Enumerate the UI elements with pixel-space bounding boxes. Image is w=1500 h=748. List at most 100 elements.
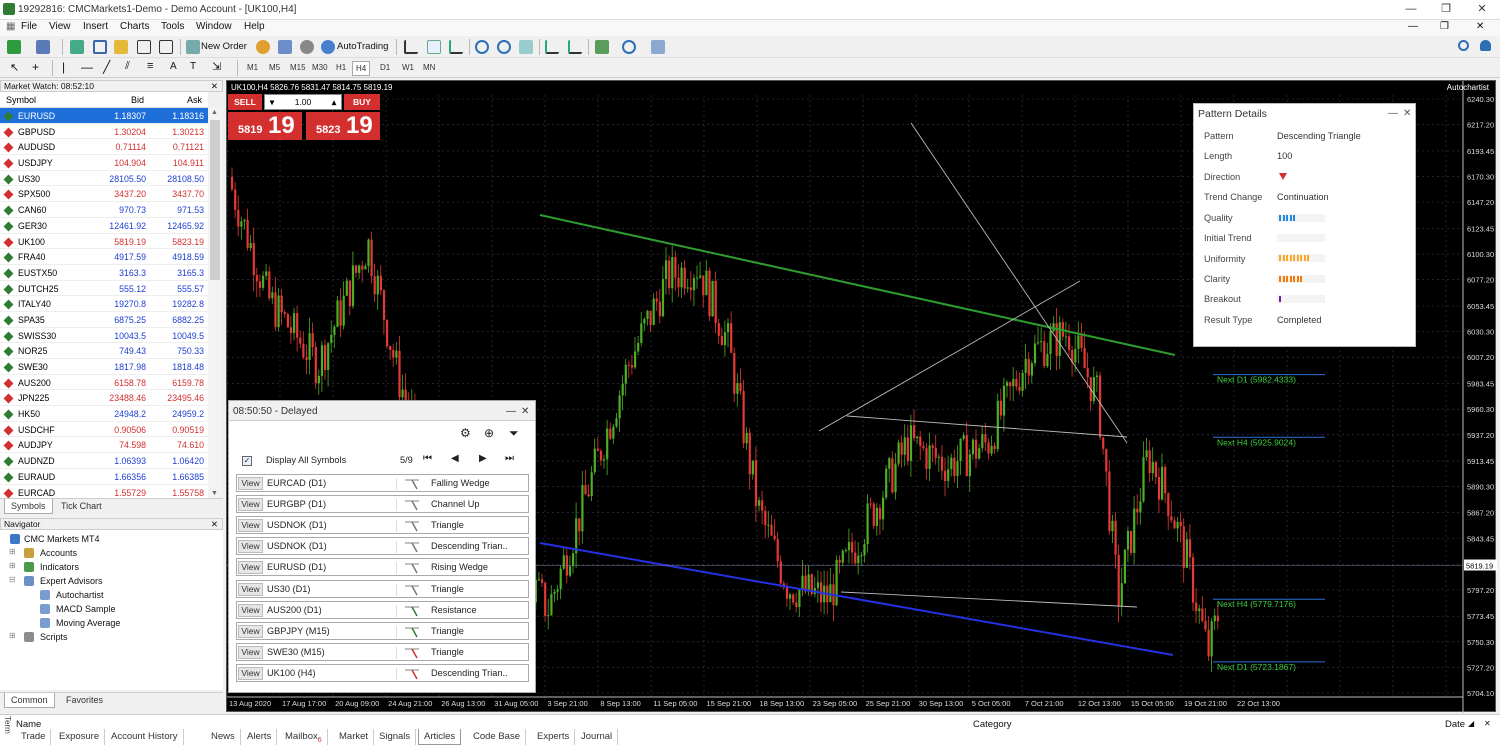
market-watch-row[interactable]: SPA35 6875.25 6882.25 [0, 312, 208, 328]
navigator-close-icon[interactable]: ✕ [211, 519, 218, 529]
filter-icon[interactable]: ⏷ [509, 426, 519, 441]
pattern-result-row[interactable]: View USDNOK (D1) Triangle [236, 516, 529, 535]
tab-common[interactable]: Common [4, 693, 55, 708]
pattern-result-row[interactable]: View EURUSD (D1) Rising Wedge [236, 558, 529, 577]
new-order-icon[interactable] [186, 40, 200, 54]
terminal-tab-code-base[interactable]: Code Base [468, 729, 527, 745]
pattern-minimize-icon[interactable]: — [1388, 108, 1398, 119]
templates-icon[interactable] [651, 40, 665, 54]
line-chart-icon[interactable] [449, 40, 463, 54]
market-watch-row[interactable]: SWE30 1817.98 1818.48 [0, 359, 208, 375]
channel-icon[interactable]: ⫽ [125, 60, 130, 73]
menu-insert[interactable]: Insert [83, 21, 108, 32]
data-window-icon[interactable] [93, 40, 107, 54]
mdi-minimize-button[interactable]: — [1408, 21, 1418, 32]
pattern-result-row[interactable]: View SWE30 (M15) Triangle [236, 642, 529, 661]
terminal-tab-news[interactable]: News [206, 729, 241, 745]
crosshair-icon[interactable]: + [32, 60, 39, 74]
zoom-out-icon[interactable] [497, 40, 511, 54]
periods-icon[interactable] [622, 40, 636, 54]
market-watch-row[interactable]: UK100 5819.19 5823.19 [0, 234, 208, 250]
timeframe-m5[interactable]: M5 [266, 61, 283, 76]
new-order-button[interactable]: New Order [201, 41, 247, 52]
terminal-tab-experts[interactable]: Experts [532, 729, 576, 745]
chart-shift-icon[interactable] [545, 40, 559, 54]
market-watch-row[interactable]: HK50 24948.2 24959.2 [0, 406, 208, 422]
terminal-tab-journal[interactable]: Journal [576, 729, 619, 745]
market-watch-row[interactable]: EURCAD 1.55729 1.55758 [0, 485, 208, 499]
timeframe-m1[interactable]: M1 [244, 61, 261, 76]
pattern-result-row[interactable]: View EURCAD (D1) Falling Wedge [236, 474, 529, 492]
nav-item-indicators[interactable]: Indicators [40, 562, 79, 572]
market-watch-row[interactable]: EURAUD 1.66356 1.66385 [0, 469, 208, 485]
pattern-result-row[interactable]: View UK100 (H4) Descending Trian.. [236, 663, 529, 682]
nav-item-autochartist[interactable]: Autochartist [56, 590, 104, 600]
mdi-close-button[interactable]: ✕ [1476, 21, 1484, 32]
bar-chart-icon[interactable] [404, 40, 418, 54]
col-category[interactable]: Category [973, 719, 1012, 730]
market-watch-row[interactable]: USDCHF 0.90506 0.90519 [0, 422, 208, 438]
close-button[interactable]: ✕ [1464, 0, 1500, 20]
results-close-icon[interactable]: ✕ [521, 406, 529, 417]
nav-item-macd-sample[interactable]: MACD Sample [56, 604, 116, 614]
pattern-result-row[interactable]: View AUS200 (D1) Resistance [236, 600, 529, 619]
nav-item-cmc-markets[interactable]: CMC Markets MT4 [24, 534, 100, 544]
candlestick-icon[interactable] [427, 40, 441, 54]
market-watch-row[interactable]: GER30 12461.92 12465.92 [0, 218, 208, 234]
text-label-icon[interactable]: T [190, 61, 196, 72]
view-button[interactable]: View [238, 645, 263, 659]
sell-button[interactable]: SELL [228, 94, 262, 110]
view-button[interactable]: View [238, 624, 263, 638]
vertical-line-icon[interactable]: | [62, 60, 65, 74]
market-watch-close-icon[interactable]: ✕ [211, 81, 218, 91]
arrows-icon[interactable]: ⇲ [212, 60, 221, 73]
terminal-close-icon[interactable]: ✕ [1484, 719, 1491, 728]
view-button[interactable]: View [238, 540, 263, 554]
menu-window[interactable]: Window [196, 21, 232, 32]
profiles-icon[interactable] [36, 40, 50, 54]
menu-file[interactable]: File [21, 21, 37, 32]
timeframe-m15[interactable]: M15 [287, 61, 309, 76]
timeframe-h1[interactable]: H1 [333, 61, 349, 76]
new-chart-icon[interactable] [7, 40, 21, 54]
minimize-button[interactable]: — [1393, 0, 1429, 20]
market-watch-row[interactable]: NOR25 749.43 750.33 [0, 343, 208, 359]
pattern-close-icon[interactable]: ✕ [1403, 108, 1411, 119]
terminal-tab-alerts[interactable]: Alerts [242, 729, 278, 745]
terminal-tab-account-history[interactable]: Account History [106, 729, 184, 745]
timeframe-d1[interactable]: D1 [377, 61, 393, 76]
terminal-icon[interactable] [137, 40, 151, 54]
tab-symbols[interactable]: Symbols [4, 499, 53, 514]
lot-size-field[interactable]: ▾ 1.00 ▴ [264, 94, 342, 110]
lot-increase-button[interactable]: ▴ [329, 95, 339, 109]
market-watch-row[interactable]: EUSTX50 3163.3 3165.3 [0, 265, 208, 281]
market-watch-row[interactable]: AUS200 6158.78 6159.78 [0, 375, 208, 391]
terminal-tab-market[interactable]: Market [334, 729, 375, 745]
market-watch-row[interactable]: AUDNZD 1.06393 1.06420 [0, 453, 208, 469]
collapse-icon[interactable]: ⊟ [9, 575, 16, 584]
prev-page-icon[interactable]: ◀ [451, 453, 459, 464]
market-watch-row[interactable]: CAN60 970.73 971.53 [0, 202, 208, 218]
display-all-checkbox[interactable]: ✓ [242, 456, 252, 466]
market-watch-row[interactable]: ITALY40 19270.8 19282.8 [0, 296, 208, 312]
menu-help[interactable]: Help [244, 21, 265, 32]
scrollbar-thumb[interactable] [210, 120, 220, 280]
terminal-tab-signals[interactable]: Signals [374, 729, 417, 745]
timeframe-m30[interactable]: M30 [309, 61, 331, 76]
sell-price[interactable]: 5819 19 [228, 112, 302, 140]
menu-view[interactable]: View [49, 21, 71, 32]
options-icon[interactable] [300, 40, 314, 54]
col-ask[interactable]: Ask [187, 95, 202, 105]
menu-tools[interactable]: Tools [161, 21, 184, 32]
community-icon[interactable] [1480, 40, 1491, 51]
market-watch-row[interactable]: JPN225 23488.46 23495.46 [0, 390, 208, 407]
col-symbol[interactable]: Symbol [6, 95, 36, 105]
autotrading-button[interactable]: AutoTrading [337, 41, 388, 52]
tile-windows-icon[interactable] [519, 40, 533, 54]
pattern-result-row[interactable]: View GBPJPY (M15) Triangle [236, 621, 529, 640]
terminal-tab-trade[interactable]: Trade [16, 729, 52, 745]
nav-item-accounts[interactable]: Accounts [40, 548, 77, 558]
terminal-tab-exposure[interactable]: Exposure [54, 729, 106, 745]
tester-icon[interactable] [159, 40, 173, 54]
nav-item-expert-advisors[interactable]: Expert Advisors [40, 576, 103, 586]
